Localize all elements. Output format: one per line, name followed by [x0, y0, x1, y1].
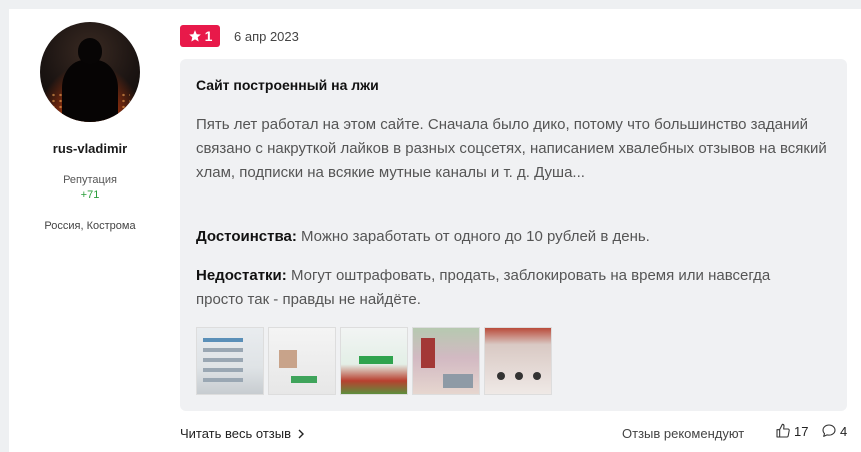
likes-count: 17 [794, 423, 809, 439]
avatar-silhouette-body [62, 60, 118, 122]
star-icon [188, 30, 201, 42]
thumbnail-image[interactable] [412, 327, 480, 395]
author-username[interactable]: rus-vladimir [9, 141, 171, 156]
review-body: Сайт построенный на лжи Пять лет работал… [180, 59, 847, 411]
like-button[interactable]: 17 [775, 423, 808, 439]
review-card: rus-vladimir Репутация +71 Россия, Костр… [9, 9, 861, 452]
thumbs-up-icon [776, 423, 790, 438]
rating-value: 1 [204, 28, 213, 44]
author-location: Россия, Кострома [44, 220, 136, 232]
avatar-silhouette-head [78, 38, 102, 64]
thumbnail-image[interactable] [196, 327, 264, 395]
read-full-review-link[interactable]: Читать весь отзыв [180, 426, 305, 441]
review-title[interactable]: Сайт построенный на лжи [196, 77, 379, 93]
review-date: 6 апр 2023 [234, 29, 299, 44]
review-thumbnails [196, 327, 552, 395]
reputation-label: Репутация [63, 174, 117, 186]
comments-button[interactable]: 4 [821, 423, 847, 439]
review-text: Пять лет работал на этом сайте. Сначала … [196, 116, 827, 181]
comment-icon [822, 424, 836, 437]
pros-text: Можно заработать от одного до 10 рублей … [301, 228, 650, 245]
thumbnail-image[interactable] [268, 327, 336, 395]
thumbnail-image[interactable] [340, 327, 408, 395]
read-more-label: Читать весь отзыв [180, 426, 292, 441]
chevron-right-icon [298, 429, 305, 438]
thumbnail-image[interactable] [484, 327, 552, 395]
recommend-label: Отзыв рекомендуют [622, 426, 745, 441]
rating-badge: 1 [180, 25, 220, 47]
pros-label: Достоинства: [196, 228, 297, 245]
comments-count: 4 [840, 423, 848, 439]
cons-label: Недостатки: [196, 267, 287, 284]
reputation-value: +71 [80, 189, 100, 201]
review-pros: Достоинства: Можно заработать от одного … [196, 225, 836, 249]
review-cons: Недостатки: Могут оштрафовать, продать, … [196, 264, 816, 312]
avatar[interactable] [40, 22, 140, 122]
